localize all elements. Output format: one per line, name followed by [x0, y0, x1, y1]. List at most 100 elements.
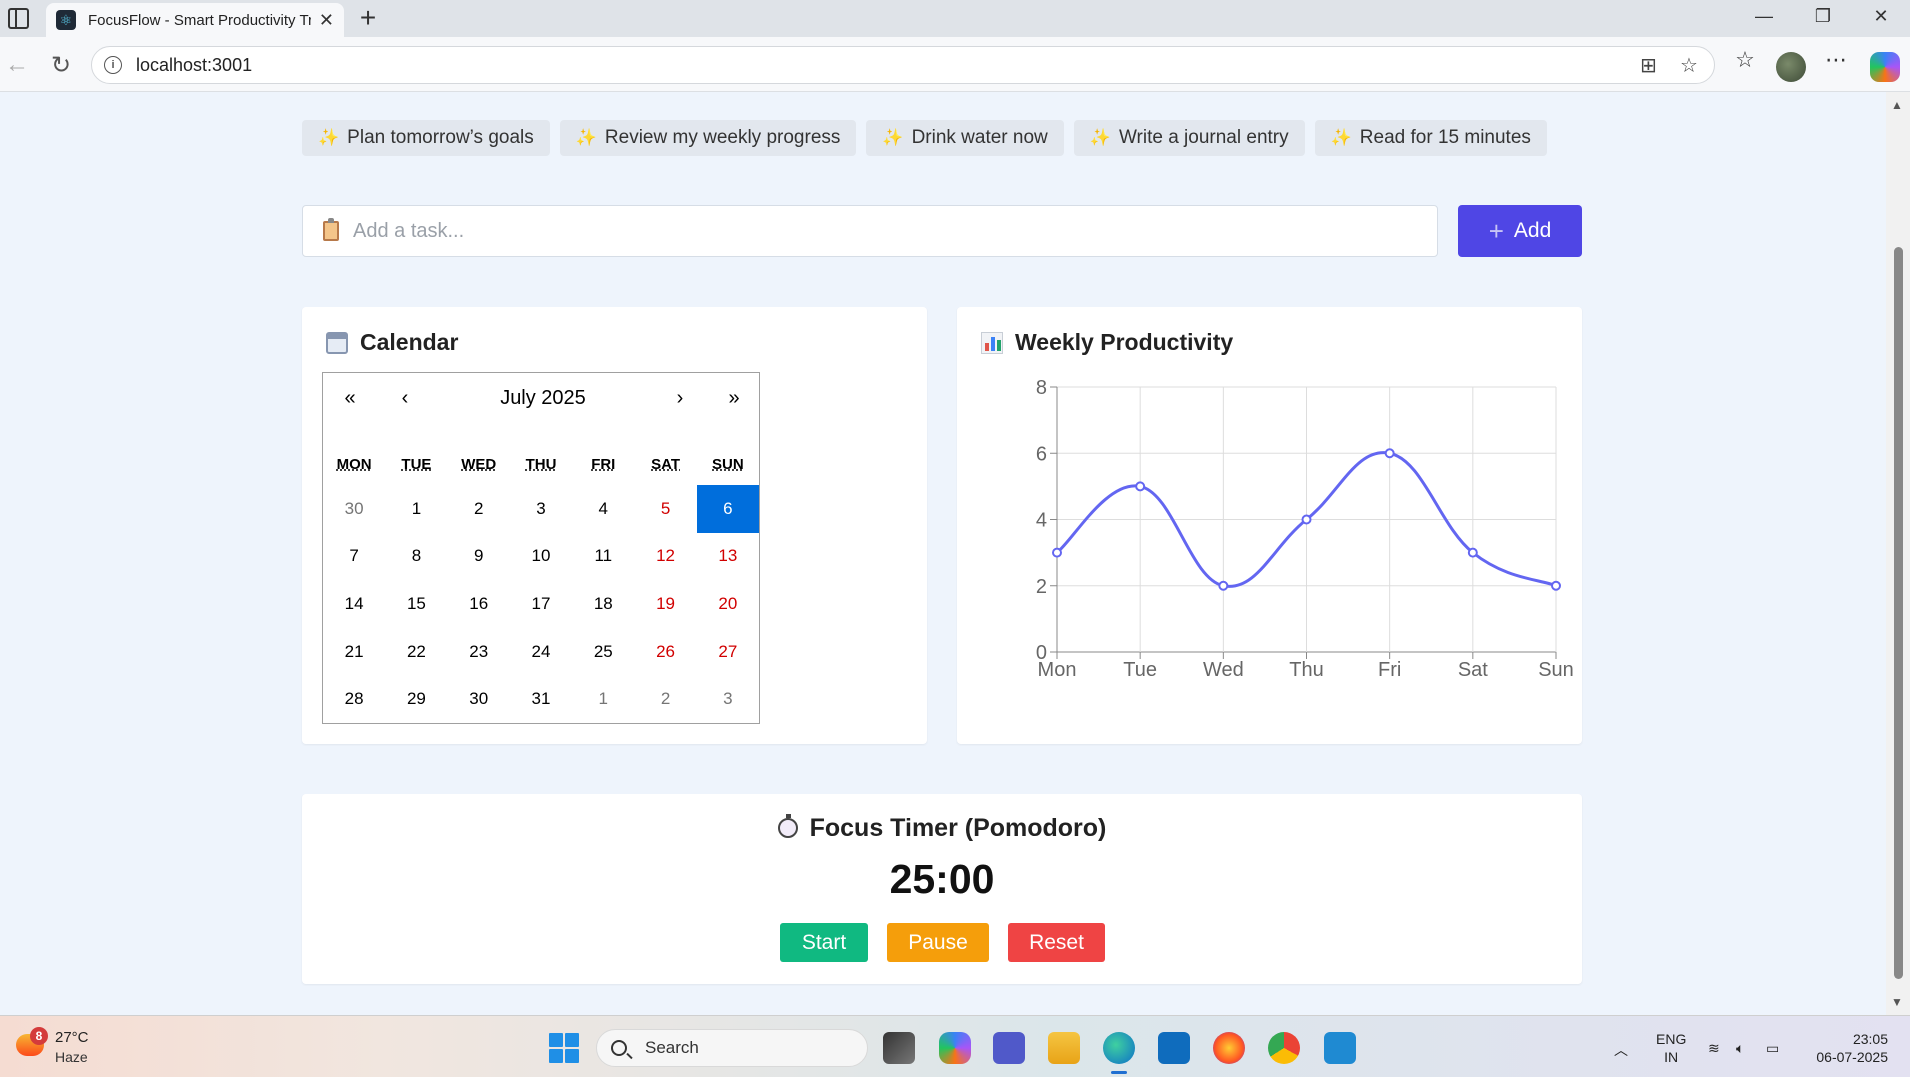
new-tab-button[interactable]: + — [354, 3, 382, 33]
suggestion-chip[interactable]: ✨ Plan tomorrow’s goals — [302, 120, 550, 156]
calendar-day-selected[interactable]: 6 — [696, 485, 759, 533]
task-input[interactable] — [351, 218, 1437, 244]
outlook-icon[interactable] — [1158, 1032, 1190, 1064]
calendar-day[interactable]: 3 — [510, 485, 572, 533]
suggestion-chip[interactable]: ✨ Drink water now — [866, 120, 1064, 156]
suggestion-chip[interactable]: ✨ Write a journal entry — [1073, 120, 1305, 156]
calendar-day[interactable]: 11 — [572, 533, 634, 581]
copilot-app-icon[interactable] — [939, 1032, 971, 1064]
calendar-day[interactable]: 19 — [634, 580, 696, 628]
copilot-icon[interactable] — [1870, 52, 1900, 82]
pause-button[interactable]: Pause — [887, 923, 989, 962]
calendar-day[interactable]: 28 — [323, 675, 385, 723]
calendar-day[interactable]: 27 — [697, 628, 759, 676]
system-clock[interactable]: 23:05 06-07-2025 — [1808, 1030, 1888, 1066]
scroll-up-arrow-icon[interactable]: ▲ — [1891, 98, 1903, 112]
more-options-icon[interactable]: ⋯ — [1819, 47, 1853, 73]
app-available-icon[interactable]: ⊞ — [1640, 53, 1657, 78]
calendar-day[interactable]: 30 — [323, 485, 385, 533]
y-tick-label: 4 — [1036, 510, 1047, 532]
vscode-icon[interactable] — [1324, 1032, 1356, 1064]
data-point — [1467, 547, 1478, 558]
favorite-star-icon[interactable]: ☆ — [1680, 53, 1698, 78]
calendar-day[interactable]: 8 — [385, 533, 447, 581]
calendar-day[interactable]: 24 — [510, 628, 572, 676]
calendar-day[interactable]: 1 — [385, 485, 447, 533]
calendar-day[interactable]: 13 — [697, 533, 759, 581]
calendar-day[interactable]: 4 — [572, 485, 634, 533]
calendar-day[interactable]: 2 — [448, 485, 510, 533]
task-view-icon[interactable] — [883, 1032, 915, 1064]
weather-temperature[interactable]: 27°C — [55, 1029, 89, 1046]
calendar-day[interactable]: 14 — [323, 580, 385, 628]
next-year-button[interactable]: » — [719, 387, 749, 410]
search-icon — [611, 1040, 627, 1056]
page-scrollbar[interactable]: ▲ ▼ — [1886, 92, 1910, 1015]
wifi-icon[interactable]: ≋ — [1708, 1040, 1720, 1057]
calendar-day[interactable]: 22 — [385, 628, 447, 676]
calendar-day[interactable]: 17 — [510, 580, 572, 628]
scroll-down-arrow-icon[interactable]: ▼ — [1891, 995, 1903, 1009]
minimize-button[interactable]: — — [1749, 6, 1779, 27]
calendar-day[interactable]: 15 — [385, 580, 447, 628]
scrollbar-thumb[interactable] — [1894, 247, 1903, 979]
refresh-button[interactable]: ↻ — [46, 51, 76, 80]
calendar-day[interactable]: 25 — [572, 628, 634, 676]
tab-title: FocusFlow - Smart Productivity Tr — [88, 11, 311, 29]
add-task-button[interactable]: + Add — [1458, 205, 1582, 257]
calendar-day[interactable]: 30 — [448, 675, 510, 723]
favorites-icon[interactable]: ☆ — [1728, 47, 1762, 73]
calendar-day[interactable]: 7 — [323, 533, 385, 581]
close-tab-icon[interactable]: ✕ — [319, 10, 334, 31]
calendar-day[interactable]: 31 — [510, 675, 572, 723]
calendar-icon — [326, 331, 348, 354]
calendar-day[interactable]: 9 — [448, 533, 510, 581]
calendar-day[interactable]: 1 — [572, 675, 634, 723]
tab-actions-icon[interactable] — [8, 8, 29, 29]
calendar-day[interactable]: 5 — [634, 485, 696, 533]
volume-icon[interactable]: 🔈︎ — [1736, 1040, 1744, 1057]
calendar-day[interactable]: 18 — [572, 580, 634, 628]
close-window-button[interactable]: ✕ — [1866, 6, 1896, 27]
chrome-icon[interactable] — [1268, 1032, 1300, 1064]
calendar-day[interactable]: 2 — [634, 675, 696, 723]
suggestion-chip[interactable]: ✨ Review my weekly progress — [559, 120, 857, 156]
site-info-icon[interactable]: i — [104, 56, 122, 74]
calendar-day[interactable]: 26 — [634, 628, 696, 676]
restore-button[interactable]: ❐ — [1808, 6, 1838, 27]
teams-icon[interactable] — [993, 1032, 1025, 1064]
suggestion-chip[interactable]: ✨ Read for 15 minutes — [1314, 120, 1547, 156]
x-tick-label: Tue — [1123, 659, 1157, 681]
taskbar-search[interactable]: Search — [596, 1029, 868, 1067]
prev-year-button[interactable]: « — [335, 387, 365, 410]
calendar-day[interactable]: 10 — [510, 533, 572, 581]
weather-badge: 8 — [30, 1027, 48, 1045]
browser-tab[interactable]: ⚛ FocusFlow - Smart Productivity Tr ✕ — [46, 3, 344, 37]
month-label[interactable]: July 2025 — [453, 387, 633, 410]
windows-start-icon[interactable] — [549, 1033, 579, 1063]
calendar-day[interactable]: 21 — [323, 628, 385, 676]
profile-avatar[interactable] — [1776, 52, 1806, 82]
calendar-day[interactable]: 23 — [448, 628, 510, 676]
windows-taskbar: 8 27°C Haze Search ︿ ENG IN ≋ 🔈︎ ▭ 23:05… — [0, 1015, 1910, 1077]
start-button[interactable]: Start — [780, 923, 868, 962]
weekly-line-chart: 02468Mon Tue Wed Thu Fri Sat Sun — [1036, 377, 1574, 681]
language-indicator[interactable]: ENG IN — [1656, 1030, 1686, 1066]
reset-button[interactable]: Reset — [1008, 923, 1105, 962]
calendar-day[interactable]: 29 — [385, 675, 447, 723]
back-button[interactable]: ← — [2, 51, 32, 79]
show-hidden-icons-chevron-icon[interactable]: ︿ — [1614, 1040, 1628, 1060]
calendar-day[interactable]: 3 — [697, 675, 759, 723]
firefox-icon[interactable] — [1213, 1032, 1245, 1064]
calendar-day[interactable]: 12 — [634, 533, 696, 581]
battery-icon[interactable]: ▭ — [1766, 1040, 1779, 1057]
next-month-button[interactable]: › — [665, 387, 695, 410]
weather-condition[interactable]: Haze — [55, 1049, 88, 1065]
address-bar[interactable]: i localhost:3001 ⊞ ☆ — [91, 46, 1715, 84]
x-tick-label: Mon — [1038, 659, 1077, 681]
calendar-day[interactable]: 16 — [448, 580, 510, 628]
prev-month-button[interactable]: ‹ — [390, 387, 420, 410]
file-explorer-icon[interactable] — [1048, 1032, 1080, 1064]
calendar-day[interactable]: 20 — [697, 580, 759, 628]
edge-browser-icon[interactable] — [1103, 1032, 1135, 1074]
